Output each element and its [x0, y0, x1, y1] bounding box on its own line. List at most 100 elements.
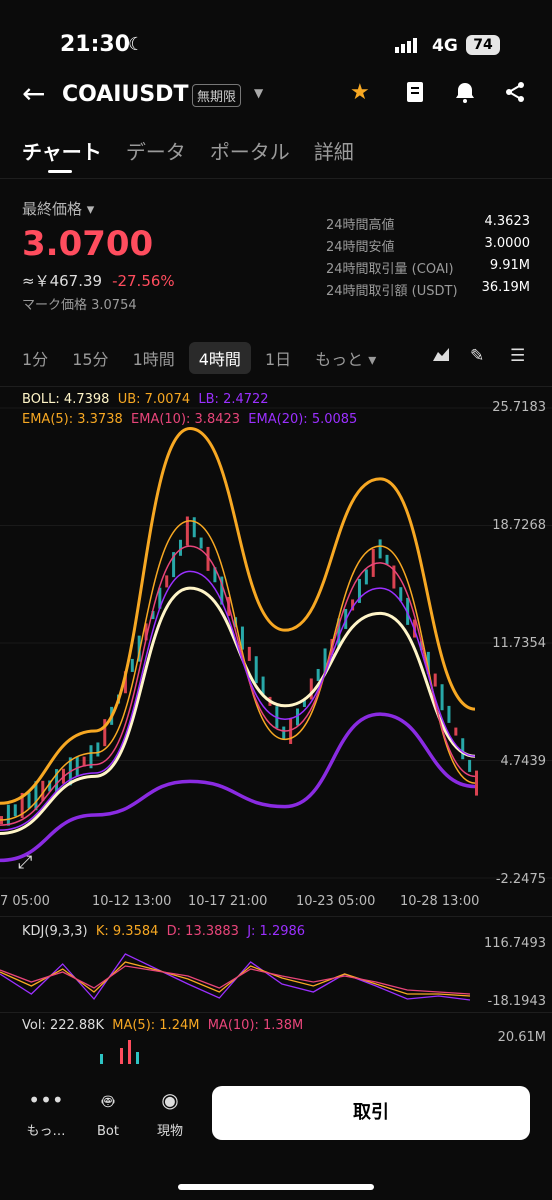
battery-icon: 74 [466, 35, 500, 55]
candle [447, 705, 451, 723]
divider [0, 178, 552, 179]
candle [371, 548, 375, 577]
candle [75, 756, 79, 776]
network-type: 4G [432, 36, 458, 56]
stat-row: 24時間高値 4.3623 [326, 214, 530, 233]
notebook-icon[interactable] [404, 80, 426, 110]
kdj-legend: KDJ(9,3,3) K: 9.3584 D: 13.3883 J: 1.298… [22, 924, 306, 939]
tab-underline [48, 170, 72, 173]
moon-icon: ☾ [128, 34, 145, 55]
stat-row: 24時間取引量 (COAI) 9.91M [326, 258, 530, 277]
x-tick: 10-12 13:00 [92, 894, 172, 909]
interval-4h[interactable]: 4時間 [188, 342, 251, 374]
last-price: 3.0700 [22, 224, 154, 264]
mark-price: マーク価格 3.0754 [22, 298, 137, 313]
symbol-title[interactable]: COAIUSDT [62, 82, 188, 107]
candle [247, 646, 251, 661]
candle [6, 804, 10, 826]
y-tick: 25.7183 [492, 400, 546, 415]
candle [130, 658, 134, 672]
expand-icon[interactable]: ⤢ [18, 852, 32, 873]
candle [165, 575, 169, 588]
kdj-y-top: 116.7493 [483, 936, 546, 951]
share-icon[interactable] [503, 80, 527, 110]
x-tick: 10-28 13:00 [400, 894, 480, 909]
header: ← COAIUSDT 無期限 ▼ ★ [0, 76, 552, 116]
vol-y-top: 20.61M [497, 1030, 546, 1045]
volume-chart [100, 1040, 139, 1066]
candle [364, 569, 368, 585]
x-tick: 7 05:00 [0, 894, 50, 909]
candle [13, 804, 17, 817]
divider [0, 916, 552, 917]
candle [192, 517, 196, 538]
price-chart[interactable] [0, 388, 552, 888]
series-ema20 [0, 570, 476, 831]
kdj-chart[interactable] [0, 944, 480, 1004]
divider [0, 386, 552, 387]
robot-icon: 🤖︎ [102, 1089, 114, 1113]
jpy-price: ≈￥467.39 [22, 272, 103, 290]
x-tick: 10-23 05:00 [296, 894, 376, 909]
symbol-dropdown-icon[interactable]: ▼ [254, 86, 263, 100]
y-tick: -2.2475 [495, 872, 546, 887]
candle [178, 539, 182, 556]
series-boll [0, 586, 476, 836]
back-arrow-icon[interactable]: ← [22, 80, 45, 108]
y-tick: 11.7354 [492, 636, 546, 651]
interval-bar: 1分 15分 1時間 4時間 1日 もっと ▾ ✎ ☰ [22, 342, 532, 374]
candle [261, 676, 265, 695]
tab-chart[interactable]: チャート [22, 136, 102, 165]
draw-pen-icon[interactable]: ✎ [470, 346, 484, 366]
vol-legend: Vol: 222.88K MA(5): 1.24M MA(10): 1.38M [22, 1018, 304, 1033]
spot-button[interactable]: ◉ 現物 [140, 1088, 200, 1139]
kdj-line [0, 953, 471, 1001]
candle [475, 770, 478, 796]
price-sub: ≈￥467.39 -27.56% [22, 270, 175, 291]
home-indicator [178, 1184, 374, 1190]
settings-list-icon[interactable]: ☰ [510, 346, 525, 366]
indicator-icon[interactable] [432, 346, 450, 367]
x-tick: 10-17 21:00 [188, 894, 268, 909]
interval-1h[interactable]: 1時間 [133, 346, 175, 370]
candle [440, 684, 444, 711]
signal-icon [395, 38, 417, 53]
candle [96, 742, 100, 757]
series-ub [0, 426, 476, 805]
status-bar: 21:30 ☾ 4G 74 [0, 0, 552, 80]
tab-details[interactable]: 詳細 [314, 136, 354, 165]
interval-1d[interactable]: 1日 [265, 346, 291, 370]
more-button[interactable]: ••• もっ… [16, 1088, 76, 1139]
bottom-bar: ••• もっ… 🤖︎ Bot ◉ 現物 取引 [0, 1064, 552, 1200]
tab-portal[interactable]: ポータル [210, 136, 290, 165]
candle [433, 673, 437, 687]
bell-icon[interactable] [453, 80, 477, 110]
stat-row: 24時間安値 3.0000 [326, 236, 530, 255]
status-time: 21:30 [60, 32, 131, 57]
coins-icon: ◉ [161, 1088, 179, 1112]
candle [316, 668, 320, 681]
candle [461, 738, 465, 760]
candle [378, 539, 382, 559]
y-tick: 18.7268 [492, 518, 546, 533]
last-price-label[interactable]: 最終価格 ▾ [22, 198, 94, 219]
tab-bar: チャート データ ポータル 詳細 [22, 136, 354, 165]
bot-button[interactable]: 🤖︎ Bot [78, 1088, 138, 1139]
stats-24h: 24時間高値 4.3623 24時間安値 3.0000 24時間取引量 (COAI)… [326, 214, 530, 302]
candle [199, 537, 203, 549]
price-change: -27.56% [112, 272, 175, 290]
series-lb [0, 712, 476, 863]
interval-1m[interactable]: 1分 [22, 346, 48, 370]
candle [454, 727, 458, 736]
candle [468, 759, 472, 772]
y-tick: 4.7439 [500, 754, 547, 769]
divider [0, 1012, 552, 1013]
interval-more[interactable]: もっと ▾ [315, 346, 376, 370]
trade-button[interactable]: 取引 [212, 1086, 530, 1140]
candle [254, 656, 258, 684]
star-icon[interactable]: ★ [350, 80, 370, 105]
candle [27, 792, 31, 809]
tab-data[interactable]: データ [126, 136, 186, 165]
interval-15m[interactable]: 15分 [72, 346, 108, 370]
contract-tag: 無期限 [192, 84, 242, 107]
